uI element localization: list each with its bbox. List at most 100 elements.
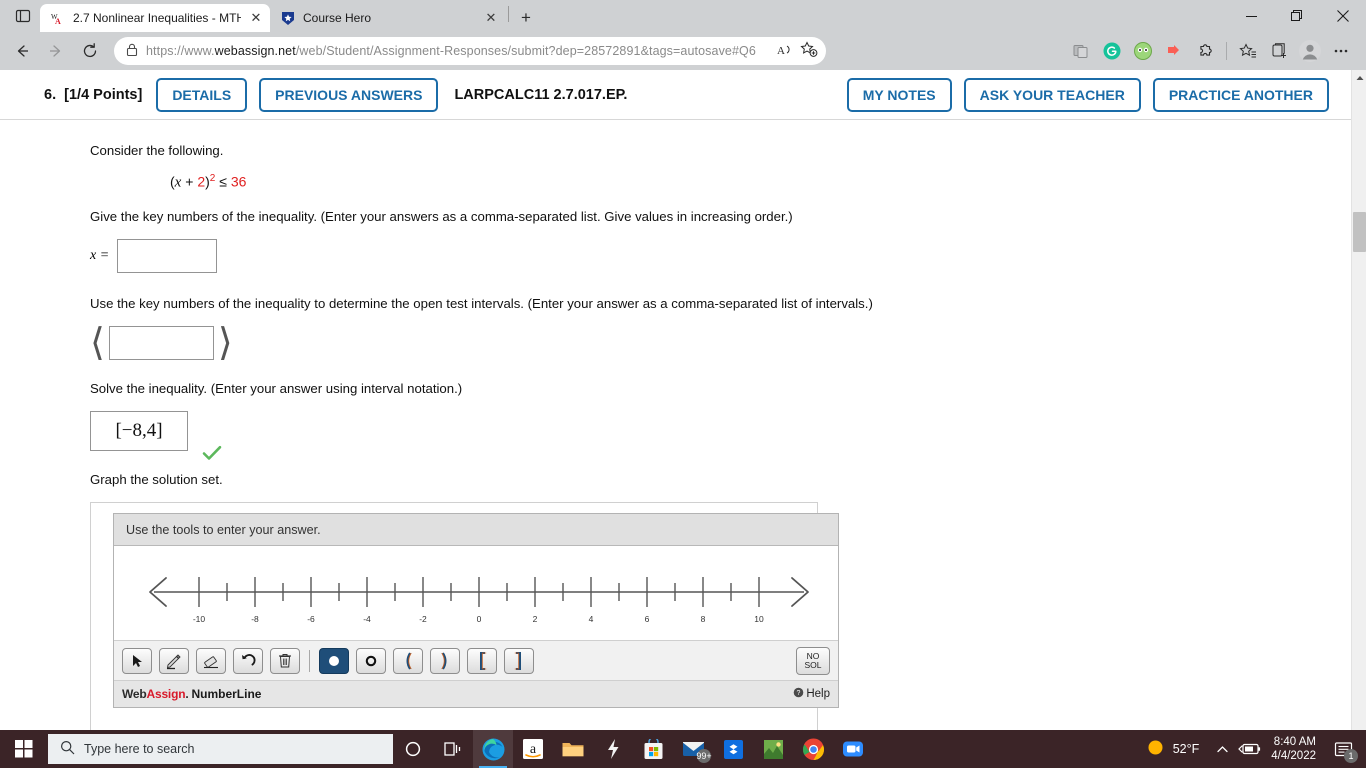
eraser-tool[interactable] [196,647,226,674]
puzzle-piece-icon[interactable] [1190,36,1220,66]
file-explorer-icon[interactable] [553,730,593,768]
clock-time: 8:40 AM [1273,735,1316,748]
test-intervals-input[interactable] [108,326,214,361]
task-view-icon[interactable] [433,730,473,768]
close-window-button[interactable] [1320,0,1366,32]
previous-answers-button[interactable]: PREVIOUS ANSWERS [259,77,439,112]
question-content: Consider the following. (x + 2)2 ≤ 36 Gi… [0,120,1351,730]
minimize-button[interactable] [1228,0,1274,32]
details-button[interactable]: DETAILS [156,77,248,112]
taskbar-clock[interactable]: 8:40 AM 4/4/2022 [1261,735,1326,764]
question-header: 6. [1/4 Points] DETAILS PREVIOUS ANSWERS… [0,70,1351,120]
omnibox-actions: A [777,41,818,61]
my-notes-button[interactable]: MY NOTES [846,77,952,112]
honey-icon[interactable] [1128,36,1158,66]
right-angle-bracket: ⟩ [217,321,233,364]
browser-tab-coursehero[interactable]: Course Hero ✕ [270,4,505,32]
scroll-up-icon[interactable] [1352,70,1366,86]
maximize-restore-button[interactable] [1274,0,1320,32]
microsoft-store-icon[interactable] [633,730,673,768]
page-scrollbar[interactable] [1351,70,1366,730]
notification-icon[interactable]: 1 [1326,730,1360,768]
split-screen-icon[interactable] [1066,36,1096,66]
svg-text:8: 8 [701,614,706,624]
key-numbers-input[interactable] [117,238,218,273]
numberline-product-name: NumberLine [191,687,262,702]
svg-text:a: a [530,742,537,757]
test-intervals-prompt: Use the key numbers of the inequality to… [90,295,873,311]
windows-start-icon[interactable] [0,730,48,768]
photos-icon[interactable] [753,730,793,768]
open-paren-right-tool[interactable] [430,647,460,674]
cortana-icon[interactable] [393,730,433,768]
grammarly-icon[interactable] [1097,36,1127,66]
windows-taskbar: Type here to search a 99+ 52°F 8:40 AM 4… [0,730,1366,768]
collections-icon[interactable] [1264,36,1294,66]
tab-actions-icon[interactable] [6,0,40,32]
amazon-icon[interactable]: a [513,730,553,768]
no-solution-tool[interactable]: NO SOL [796,646,830,675]
weather-widget[interactable]: 52°F [1137,739,1210,759]
reload-icon[interactable] [74,36,106,66]
trash-tool[interactable] [270,647,300,674]
battery-charging-icon[interactable] [1235,730,1261,768]
dropbox-icon[interactable] [713,730,753,768]
favorites-icon[interactable] [1233,36,1263,66]
webassign-page: 6. [1/4 Points] DETAILS PREVIOUS ANSWERS… [0,70,1351,730]
svg-text:-4: -4 [363,614,371,624]
svg-text:?: ? [797,691,801,698]
profile-icon[interactable] [1295,36,1325,66]
chrome-icon[interactable] [793,730,833,768]
browser-tab-active[interactable]: WA 2.7 Nonlinear Inequalities - MTH ✕ [40,4,270,32]
address-bar[interactable]: https://www.webassign.net/web/Student/As… [114,37,826,65]
svg-text:-2: -2 [419,614,427,624]
numberline-footer: WebAssign. NumberLine ? Help [114,681,838,708]
toolbar-divider [309,649,310,672]
practice-another-button[interactable]: PRACTICE ANOTHER [1152,77,1329,112]
select-tool[interactable] [122,647,152,674]
tab-divider [508,5,509,22]
forward-icon[interactable] [40,36,72,66]
read-aloud-icon[interactable]: A [777,42,794,60]
scrollbar-thumb[interactable] [1353,212,1366,252]
window-controls [1228,0,1366,32]
green-check-icon [202,444,222,467]
address-bar-url: https://www.webassign.net/web/Student/As… [146,44,756,58]
close-icon[interactable]: ✕ [483,10,499,26]
taskbar-search-box[interactable]: Type here to search [48,734,393,764]
ask-your-teacher-button[interactable]: ASK YOUR TEACHER [963,77,1141,112]
solution-answer-row: [−8,4] [90,411,1351,461]
consider-text: Consider the following. [90,143,224,158]
bracket-left-tool[interactable] [467,647,497,674]
help-link[interactable]: ? Help [793,687,830,701]
undo-tool[interactable] [233,647,263,674]
pencil-tool[interactable] [159,647,189,674]
system-tray: 52°F 8:40 AM 4/4/2022 1 [1137,730,1366,768]
open-paren-left-tool[interactable] [393,647,423,674]
pinterest-icon[interactable] [1159,36,1189,66]
settings-more-icon[interactable] [1326,36,1356,66]
inequality-expression: (x + 2)2 ≤ 36 [170,173,247,191]
svg-text:-10: -10 [193,614,206,624]
weather-temperature: 52°F [1172,742,1200,756]
open-dot-tool[interactable] [356,647,386,674]
mail-icon[interactable]: 99+ [673,730,713,768]
closed-dot-tool[interactable] [319,647,349,674]
key-numbers-answer-row: x = [90,238,1351,273]
graph-answer-container: Use the tools to enter your answer. -10 … [90,502,839,730]
solution-input[interactable]: [−8,4] [90,411,188,452]
close-icon[interactable]: ✕ [248,10,264,26]
new-tab-button[interactable]: + [512,4,540,32]
add-favorite-icon[interactable] [800,41,818,61]
flash-app-icon[interactable] [593,730,633,768]
test-intervals-answer-row: ⟨ ⟩ [90,321,1351,364]
mail-badge: 99+ [696,749,712,763]
zoom-icon[interactable] [833,730,873,768]
back-icon[interactable] [6,36,38,66]
webassign-brand: WebAssign. [122,687,189,702]
numberline-canvas[interactable]: -10 -8 -6 -4 -2 0 2 4 6 8 10 [114,546,838,642]
edge-icon[interactable] [473,730,513,768]
graph-prompt: Graph the solution set. [90,472,223,488]
bracket-right-tool[interactable] [504,647,534,674]
show-hidden-icons-chevron[interactable] [1209,730,1235,768]
